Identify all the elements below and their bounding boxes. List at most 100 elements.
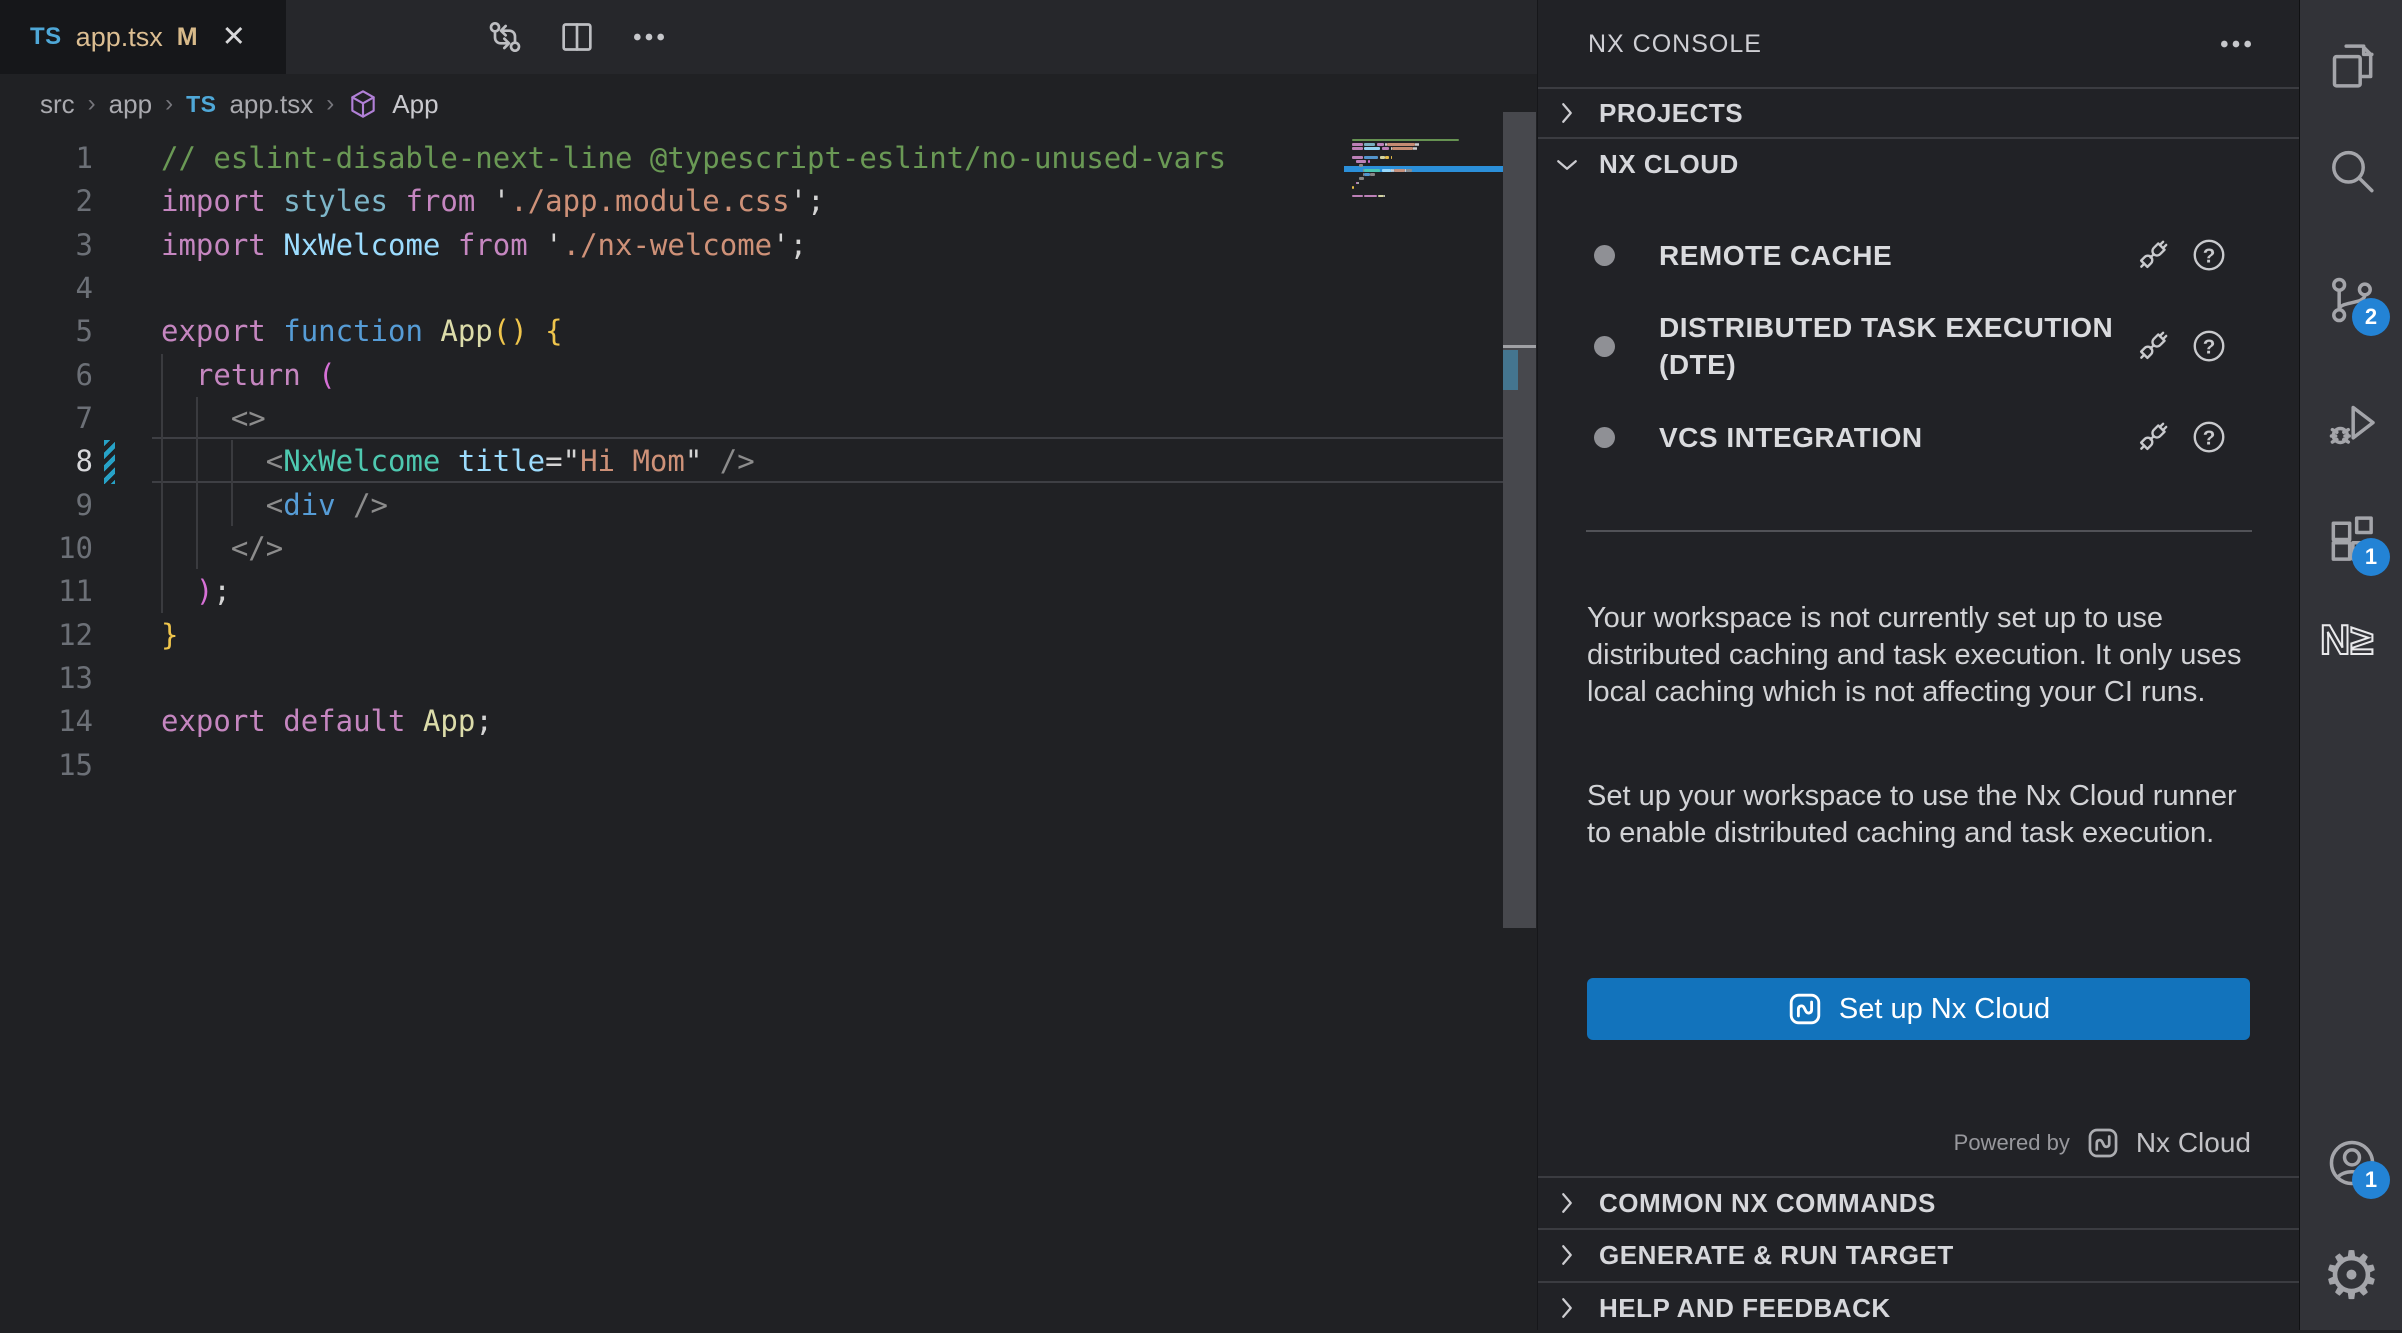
connect-plug-icon[interactable] [2134,236,2172,274]
code-line[interactable]: return ( [161,354,1226,397]
nx-console-panel: NX CONSOLE PROJECTS NX CLOUD REMOTE CACH… [1537,0,2299,1330]
symbol-module-icon [347,88,379,120]
source-control-icon[interactable]: 2 [2300,258,2402,342]
code-line[interactable] [161,657,1226,700]
code-line[interactable]: <div /> [161,484,1226,527]
tab-app-tsx[interactable]: TS app.tsx M ✕ [0,0,286,74]
line-number: 3 [0,224,93,267]
code-editor-content[interactable]: // eslint-disable-next-line @typescript-… [161,137,1226,787]
svg-text:?: ? [2203,426,2216,449]
code-line[interactable]: import NxWelcome from './nx-welcome'; [161,224,1226,267]
help-question-icon[interactable]: ? [2190,236,2228,274]
close-tab-icon[interactable]: ✕ [222,23,246,52]
tab-bar: TS app.tsx M ✕ [0,0,1537,74]
item-label: DISTRIBUTED TASK EXECUTION (DTE) [1659,309,2121,383]
chevron-right-icon [1552,1293,1582,1323]
line-number: 12 [0,614,93,657]
line-number: 7 [0,397,93,440]
connect-plug-icon[interactable] [2134,418,2172,456]
content-divider [1586,530,2252,532]
breadcrumb-item-file[interactable]: app.tsx [229,89,313,120]
setup-hint-text: Set up your workspace to use the Nx Clou… [1587,778,2263,852]
item-label: VCS INTEGRATION [1659,419,2121,456]
extensions-badge: 1 [2352,538,2390,576]
explorer-icon[interactable] [2300,24,2402,108]
editor-scrollbar[interactable] [1503,112,1536,928]
chevron-right-icon [1552,1188,1582,1218]
code-line[interactable]: </> [161,527,1226,570]
code-line[interactable]: import styles from './app.module.css'; [161,180,1226,223]
line-number: 4 [0,267,93,310]
account-badge: 1 [2352,1161,2390,1199]
source-control-badge: 2 [2352,298,2390,336]
item-label: REMOTE CACHE [1659,237,2121,274]
nx-cloud-brand-label[interactable]: Nx Cloud [2136,1127,2251,1159]
account-icon[interactable]: 1 [2300,1121,2402,1205]
breadcrumb-separator: › [326,90,334,118]
code-line[interactable]: } [161,614,1226,657]
line-number: 8 [0,440,93,483]
code-line[interactable]: <> [161,397,1226,440]
breadcrumb-item-src[interactable]: src [40,89,75,120]
open-changes-icon[interactable] [485,17,525,57]
line-number: 1 [0,137,93,180]
minimap[interactable] [1344,138,1503,218]
breadcrumb-separator: › [165,90,173,118]
line-number: 2 [0,180,93,223]
status-bullet [1594,245,1615,266]
code-line[interactable]: export function App() { [161,310,1226,353]
section-header-projects[interactable]: PROJECTS [1538,89,2300,137]
status-bullet [1594,336,1615,357]
editor-group: TS app.tsx M ✕ [0,0,1537,1330]
breadcrumb-item-symbol[interactable]: App [392,89,438,120]
line-number: 11 [0,570,93,613]
section-label: HELP AND FEEDBACK [1599,1293,1891,1324]
svg-text:N≥: N≥ [2320,616,2373,663]
activity-bar: 2 1 N≥ 1 ⚙ [2299,0,2402,1330]
more-actions-icon[interactable] [629,17,669,57]
extensions-icon[interactable]: 1 [2300,498,2402,582]
panel-more-actions-icon[interactable] [2216,24,2256,64]
code-line[interactable]: export default App; [161,700,1226,743]
section-header-generate-run-target[interactable]: GENERATE & RUN TARGET [1538,1230,2300,1280]
typescript-file-icon: TS [186,91,216,118]
chevron-right-icon [1552,98,1582,128]
code-line[interactable] [161,744,1226,787]
section-header-common-nx-commands[interactable]: COMMON NX COMMANDS [1538,1178,2300,1228]
code-line[interactable]: <NxWelcome title="Hi Mom" /> [161,440,1226,483]
help-question-icon[interactable]: ? [2190,327,2228,365]
nx-cloud-logo-icon [1787,991,1823,1027]
search-icon[interactable] [2300,130,2402,214]
help-question-icon[interactable]: ? [2190,418,2228,456]
powered-by-label: Powered by [1954,1130,2070,1156]
nx-cloud-item-dte: DISTRIBUTED TASK EXECUTION (DTE) ? [1538,308,2300,384]
settings-gear-icon[interactable]: ⚙ [2300,1233,2402,1317]
powered-by-row: Powered by Nx Cloud [1954,1120,2251,1166]
section-header-nx-cloud[interactable]: NX CLOUD [1538,139,2300,190]
section-label: NX CLOUD [1599,149,1739,180]
overview-ruler-modified-mark [1503,350,1518,390]
code-line[interactable] [161,267,1226,310]
tab-file-name: app.tsx [76,22,163,53]
section-label: PROJECTS [1599,98,1743,129]
setup-nx-cloud-button[interactable]: Set up Nx Cloud [1587,978,2250,1040]
gutter-modified-indicator [104,440,115,484]
section-label: GENERATE & RUN TARGET [1599,1240,1954,1271]
connect-plug-icon[interactable] [2134,327,2172,365]
line-number-gutter: 123456789101112131415 [0,137,93,787]
chevron-down-icon [1552,150,1582,180]
line-number: 10 [0,527,93,570]
nx-console-icon[interactable]: N≥ [2300,598,2402,682]
section-header-help-and-feedback[interactable]: HELP AND FEEDBACK [1538,1283,2300,1333]
code-line[interactable]: ); [161,570,1226,613]
breadcrumb-item-app[interactable]: app [109,89,152,120]
typescript-file-icon: TS [30,23,62,51]
panel-title: NX CONSOLE [1588,30,1762,59]
svg-text:?: ? [2203,244,2216,267]
split-editor-icon[interactable] [557,17,597,57]
run-debug-icon[interactable] [2300,383,2402,467]
breadcrumb: src › app › TS app.tsx › App [40,74,439,134]
section-label: COMMON NX COMMANDS [1599,1188,1936,1219]
code-line[interactable]: // eslint-disable-next-line @typescript-… [161,137,1226,180]
nx-cloud-item-vcs: VCS INTEGRATION ? [1538,410,2300,464]
